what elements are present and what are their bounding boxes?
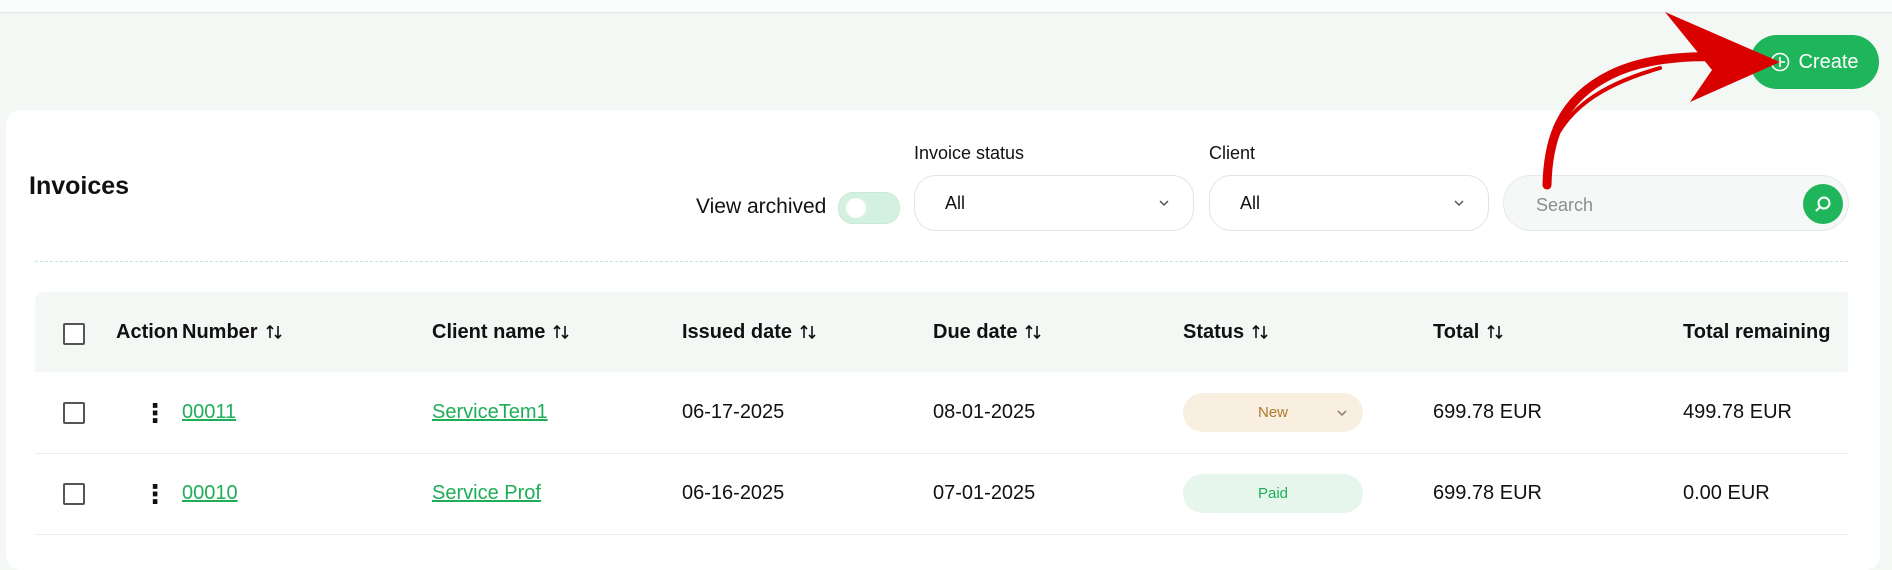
invoice-number-link[interactable]: 00011	[182, 401, 236, 424]
row-checkbox[interactable]	[63, 483, 85, 505]
page-title: Invoices	[29, 172, 130, 200]
total-remaining: 0.00 EUR	[1683, 482, 1770, 504]
sort-icon	[800, 324, 816, 340]
table-row: ⋮ 00011 ServiceTem1 06-17-2025 08-01-202…	[35, 372, 1848, 454]
client-select[interactable]: All	[1209, 175, 1489, 231]
search-icon	[1815, 196, 1831, 212]
search-box	[1503, 175, 1849, 231]
issued-date: 06-16-2025	[682, 482, 785, 504]
invoice-status-select[interactable]: All	[914, 175, 1194, 231]
due-date: 07-01-2025	[933, 482, 1036, 504]
search-button[interactable]	[1803, 184, 1843, 224]
column-issued-date[interactable]: Issued date	[682, 292, 818, 372]
chevron-down-icon	[1337, 410, 1347, 417]
more-vertical-icon: ⋮	[142, 478, 168, 509]
client-value: All	[1240, 192, 1261, 213]
status-dropdown[interactable]: New	[1183, 393, 1363, 432]
column-total-remaining[interactable]: Total remaining	[1683, 292, 1830, 372]
due-date: 08-01-2025	[933, 401, 1036, 423]
sort-icon	[553, 324, 569, 340]
client-filter-label: Client	[1209, 143, 1256, 163]
status-badge: Paid	[1257, 485, 1289, 502]
invoice-status-label: Invoice status	[914, 143, 1025, 163]
create-button-label: Create	[1798, 50, 1859, 73]
select-all-checkbox[interactable]	[63, 323, 85, 345]
table-row: ⋮ 00010 Service Prof 06-16-2025 07-01-20…	[35, 453, 1848, 535]
chevron-down-icon	[1159, 200, 1169, 207]
sort-icon	[1025, 324, 1042, 340]
column-client-name[interactable]: Client name	[432, 292, 571, 372]
issued-date: 06-17-2025	[682, 401, 785, 423]
total-remaining: 499.78 EUR	[1683, 401, 1792, 423]
search-input[interactable]	[1534, 190, 1778, 220]
total: 699.78 EUR	[1433, 482, 1542, 504]
chevron-down-icon	[1454, 200, 1464, 207]
column-due-date[interactable]: Due date	[933, 292, 1043, 372]
status-dropdown[interactable]: Paid	[1183, 474, 1363, 513]
column-number[interactable]: Number	[182, 292, 284, 372]
client-name-link[interactable]: ServiceTem1	[432, 401, 548, 424]
sort-icon	[266, 324, 282, 340]
column-total[interactable]: Total	[1433, 292, 1505, 372]
plus-circle-icon	[1771, 52, 1790, 72]
column-action: Action	[116, 320, 179, 343]
view-archived-label: View archived	[696, 195, 827, 218]
invoice-number-link[interactable]: 00010	[182, 482, 238, 505]
status-badge: New	[1257, 404, 1288, 421]
create-button[interactable]: Create	[1750, 35, 1879, 89]
sort-icon	[1252, 324, 1268, 340]
row-actions-button[interactable]: ⋮	[142, 453, 168, 534]
view-archived-toggle[interactable]	[838, 192, 900, 224]
table-header: Action Number Client name Issued date Du…	[35, 292, 1848, 372]
top-bar	[0, 0, 1892, 13]
sort-icon	[1487, 324, 1503, 340]
row-checkbox[interactable]	[63, 402, 85, 424]
toggle-knob	[846, 198, 866, 218]
invoice-status-value: All	[945, 192, 966, 213]
row-actions-button[interactable]: ⋮	[142, 372, 168, 453]
toolbar-divider	[35, 261, 1848, 262]
total: 699.78 EUR	[1433, 401, 1542, 423]
more-vertical-icon: ⋮	[142, 397, 168, 428]
client-name-link[interactable]: Service Prof	[432, 482, 541, 505]
column-status[interactable]: Status	[1183, 292, 1270, 372]
